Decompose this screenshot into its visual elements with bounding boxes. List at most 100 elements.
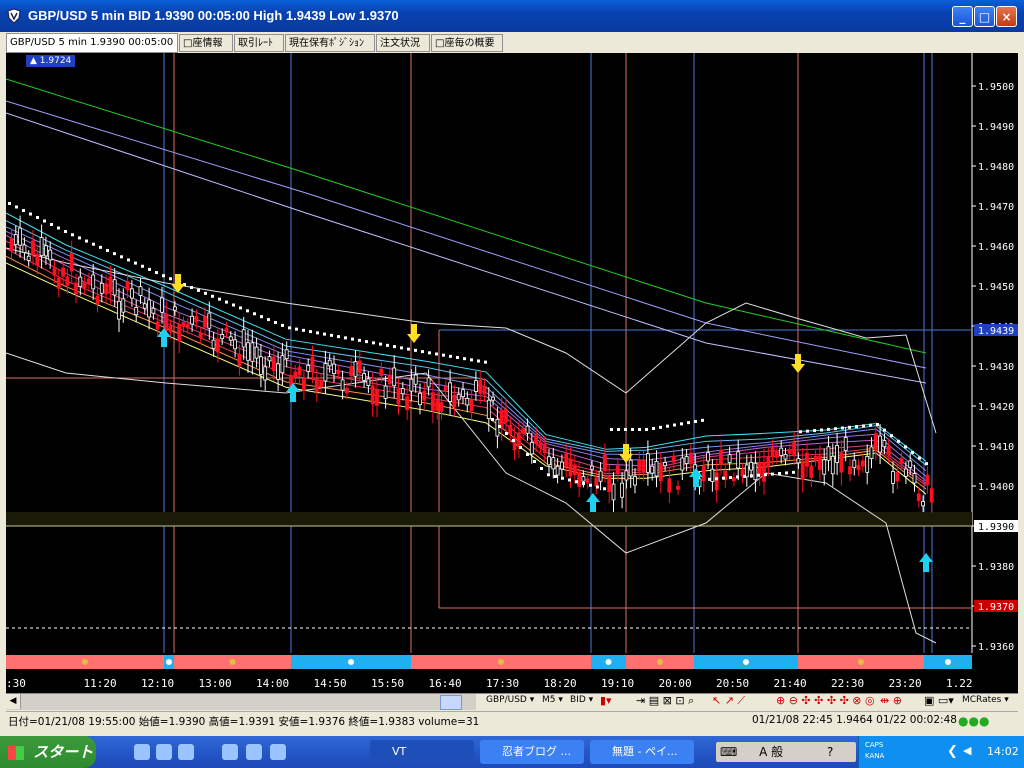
quicklaunch-desktop-icon[interactable] [134, 744, 150, 760]
candle-body [405, 396, 410, 410]
candle-body [633, 476, 637, 486]
keyboard-icon[interactable]: ⌨ [720, 745, 737, 759]
sar-dot [806, 429, 809, 433]
price-chart[interactable]: 1.9500 1.9490 1.9480 1.9470 1.9460 1.9450 1.94… [6, 53, 1018, 693]
tab-account-info[interactable]: □座情報 [179, 34, 233, 52]
candle-body [396, 388, 401, 405]
candle-body [925, 474, 930, 486]
candle-body [465, 398, 470, 406]
sar-dot [743, 474, 746, 478]
top-price-value: 1.9724 [39, 56, 72, 66]
cursor-tool-icon[interactable]: ⇥ ▤ ⊠ ⊡ ⌕ [636, 694, 694, 708]
candle-body [130, 288, 134, 299]
chart-canvas[interactable]: 1.9500 1.9490 1.9480 1.9470 1.9460 1.9450 1.94… [6, 53, 1018, 693]
quicklaunch-doc-icon[interactable] [246, 744, 262, 760]
sar-dot [148, 267, 151, 271]
session-marker-icon [348, 659, 354, 665]
ime-bar[interactable]: ⌨ A 般 ? [716, 742, 856, 762]
start-button[interactable]: スタート [0, 736, 96, 768]
quicklaunch-app-icon[interactable] [222, 744, 238, 760]
sar-dot [134, 261, 137, 265]
task-ninja-blog[interactable]: 忍者ブログ ... [480, 740, 584, 764]
time-label: 16:40 [429, 677, 462, 690]
tab-positions[interactable]: 現在保有ﾎﾟｼﾞｼｮﾝ [285, 34, 375, 52]
settings-icon[interactable]: ▣ ▭▾ [924, 694, 954, 707]
candle-body [104, 283, 108, 295]
taskbar: スタート VT 忍者ブログ ... 無題 - ペイ... ⌨ A 般 ? CAP… [0, 736, 1024, 768]
sar-dot [421, 350, 424, 354]
sar-dot [162, 274, 165, 278]
sar-dot [15, 205, 18, 209]
timeframe-select[interactable]: M5 ▾ [542, 695, 563, 705]
draw-tool-icon[interactable]: ↖ ↗ ⟋ [712, 694, 745, 708]
tab-orders[interactable]: 注文状況 [376, 34, 430, 52]
ime-mode[interactable]: A 般 [759, 745, 783, 759]
candle-body [435, 400, 440, 411]
session-marker-icon [498, 659, 504, 665]
sar-dot [99, 245, 102, 249]
candle-body [99, 282, 104, 294]
candle-body [560, 461, 564, 470]
help-icon[interactable]: ? [827, 745, 833, 759]
zoom-tool-icon[interactable]: ⊕ ⊖ ✣ ✣ ✣ ✣ ⊗ ◎ [776, 694, 875, 707]
symbol-select[interactable]: GBP/USD ▾ [486, 695, 534, 705]
sar-dot [50, 223, 53, 226]
back-icon[interactable]: ❮ [947, 744, 958, 759]
scroll-left-icon[interactable]: ◀ [6, 694, 21, 709]
session-marker-icon [657, 659, 663, 665]
sar-dot [22, 209, 25, 212]
chart-scrollbar[interactable]: ◀ [6, 693, 476, 710]
candle-body [151, 307, 156, 314]
speaker-icon[interactable]: ◀ [963, 744, 971, 757]
status-ohlc: 日付=01/21/08 19:55:00 始値=1.9390 高値=1.9391… [8, 716, 480, 728]
task-paint[interactable]: 無題 - ペイ... [590, 740, 694, 764]
candle-body [233, 339, 238, 350]
chart-type-icon[interactable]: ▮▾ [600, 694, 612, 707]
sar-dot [239, 306, 242, 310]
quicklaunch-word-icon[interactable] [270, 744, 286, 760]
quicklaunch-browser-icon[interactable] [178, 744, 194, 760]
candle-body [108, 276, 113, 293]
candle-body [783, 453, 788, 460]
candle-body [684, 456, 689, 464]
task-vt[interactable]: VT [370, 740, 474, 764]
candle-body [624, 470, 629, 481]
candle-body [848, 466, 852, 475]
candle-body [220, 334, 225, 340]
sar-dot [687, 421, 690, 425]
sar-dot [729, 476, 732, 480]
minimize-button[interactable]: _ [952, 6, 973, 27]
scroll-thumb[interactable] [440, 695, 462, 710]
candle-body [87, 278, 91, 284]
tab-account-summary[interactable]: □座毎の概要 [431, 34, 503, 52]
candle-body [792, 442, 796, 456]
sar-dot [400, 346, 403, 350]
candle-body [370, 385, 375, 405]
sar-dot [582, 482, 585, 485]
candle-body [779, 447, 784, 456]
candle-body [568, 458, 573, 477]
session-marker-icon [229, 659, 236, 665]
candle-body [426, 377, 431, 388]
candle-body [620, 482, 624, 498]
sar-dot [813, 429, 816, 433]
candle-body [203, 316, 207, 328]
quicklaunch-ie-icon[interactable] [156, 744, 172, 760]
tab-rates[interactable]: 取引ﾚｰﾄ [234, 34, 284, 52]
close-button[interactable]: × [996, 6, 1017, 27]
candle-body [430, 392, 435, 411]
candle-body [852, 459, 857, 469]
sar-dot [365, 340, 368, 344]
price-tag-label: 1.9370 [978, 602, 1014, 613]
time-label: 14:50 [314, 677, 347, 690]
tab-chart[interactable]: GBP/USD 5 min 1.9390 00:05:00 [6, 33, 178, 53]
rates-select[interactable]: MCRates ▾ [962, 695, 1009, 705]
side-select[interactable]: BID ▾ [570, 695, 593, 705]
price-label: 1.9420 [978, 402, 1014, 413]
sar-dot [603, 487, 606, 491]
candle-body [861, 460, 865, 467]
maximize-button[interactable]: □ [974, 6, 995, 27]
crosshair-icon[interactable]: ⇹ ⊕ [880, 694, 902, 707]
sar-dot [491, 418, 494, 421]
candle-body [74, 282, 78, 295]
